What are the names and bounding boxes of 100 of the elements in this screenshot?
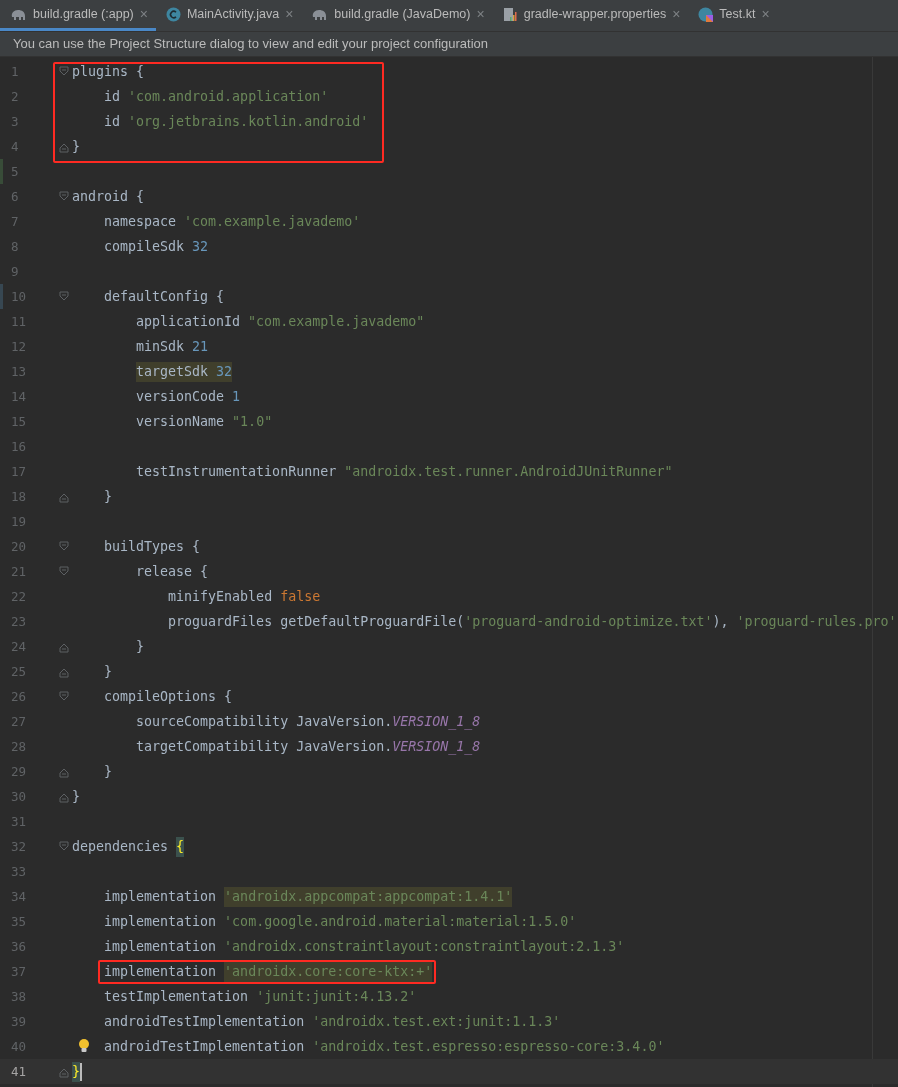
code-token: 32 xyxy=(192,237,209,256)
line-number: 40 xyxy=(10,1039,28,1054)
code-token: 'proguard-android-optimize.txt' xyxy=(464,612,713,631)
line-number: 11 xyxy=(10,314,28,329)
fold-icon[interactable] xyxy=(58,840,69,853)
code-token: implementation xyxy=(104,887,218,906)
code-token: 'proguard-rules.pro' xyxy=(736,612,897,631)
code-token: compileOptions { xyxy=(104,687,233,706)
code-token: 'androidx.constraintlayout:constraintlayout:2.1.3' xyxy=(224,937,625,956)
code-token: proguardFiles getDefaultProguardFile( xyxy=(168,612,465,631)
code-token: } xyxy=(104,762,113,781)
line-number: 17 xyxy=(10,464,28,479)
line-number: 38 xyxy=(10,989,28,1004)
line-number: 4 xyxy=(10,139,20,154)
line-number: 20 xyxy=(10,539,28,554)
code-token: implementation xyxy=(104,937,218,956)
fold-icon[interactable] xyxy=(58,565,69,578)
code-token: } xyxy=(104,487,113,506)
code-token: compileSdk xyxy=(104,237,186,256)
bar-chart-icon xyxy=(502,6,518,22)
code-token: minSdk xyxy=(136,337,186,356)
line-number: 18 xyxy=(10,489,28,504)
file-tab[interactable]: MainActivity.java × xyxy=(155,0,302,31)
code-token: dependencies xyxy=(72,837,170,856)
code-token: } xyxy=(72,787,80,806)
code-token: 1 xyxy=(232,387,241,406)
code-token: 'androidx.core:core-ktx:+' xyxy=(224,961,433,982)
file-tab[interactable]: Test.kt × xyxy=(688,0,778,31)
code-token: VERSION_1_8 xyxy=(392,712,481,732)
code-token: } xyxy=(72,137,80,156)
code-token: 32 xyxy=(216,361,233,382)
line-number: 19 xyxy=(10,514,28,529)
line-number: 22 xyxy=(10,589,28,604)
change-marker[interactable] xyxy=(0,159,3,184)
fold-icon[interactable] xyxy=(58,540,69,553)
line-number: 37 xyxy=(10,964,28,979)
line-number: 15 xyxy=(10,414,28,429)
line-number: 2 xyxy=(10,89,20,104)
code-token: id xyxy=(104,112,122,131)
line-number: 12 xyxy=(10,339,28,354)
text-caret xyxy=(80,1062,82,1081)
fold-icon[interactable] xyxy=(58,690,69,703)
change-marker[interactable] xyxy=(0,284,3,309)
class-icon xyxy=(165,6,181,22)
line-number: 39 xyxy=(10,1014,28,1029)
line-number: 33 xyxy=(10,864,28,879)
code-token: androidTestImplementation xyxy=(104,1012,306,1031)
line-number: 10 xyxy=(10,289,28,304)
code-token: testImplementation xyxy=(104,987,250,1006)
file-tab[interactable]: gradle-wrapper.properties × xyxy=(492,0,689,31)
code-token: "com.example.javademo" xyxy=(248,312,425,331)
line-number: 16 xyxy=(10,439,28,454)
code-token: 'androidx.appcompat:appcompat:1.4.1' xyxy=(224,886,513,907)
code-token: targetSdk xyxy=(136,361,217,382)
line-number: 27 xyxy=(10,714,28,729)
code-token: androidTestImplementation xyxy=(104,1037,306,1056)
elephant-icon xyxy=(10,7,27,21)
code-token: defaultConfig { xyxy=(104,287,225,306)
line-number: 29 xyxy=(10,764,28,779)
line-number: 7 xyxy=(10,214,20,229)
line-number: 1 xyxy=(10,64,20,79)
code-token: false xyxy=(280,587,321,606)
line-number: 31 xyxy=(10,814,28,829)
line-number: 9 xyxy=(10,264,20,279)
line-number: 13 xyxy=(10,364,28,379)
line-number: 28 xyxy=(10,739,28,754)
line-number: 8 xyxy=(10,239,20,254)
file-tab[interactable]: build.gradle (JavaDemo) × xyxy=(301,0,493,31)
line-number: 25 xyxy=(10,664,28,679)
code-token: implementation xyxy=(104,962,218,981)
code-token: 'com.google.android.material:material:1.5.0' xyxy=(224,912,577,931)
code-token: 21 xyxy=(192,337,209,356)
code-token: testInstrumentationRunner xyxy=(136,462,338,481)
line-number: 26 xyxy=(10,689,28,704)
kotlin-file-icon xyxy=(698,6,714,22)
code-token: applicationId xyxy=(136,312,242,331)
code-token: VERSION_1_8 xyxy=(392,737,481,757)
code-token: } xyxy=(104,662,113,681)
line-number: 32 xyxy=(10,839,28,854)
fold-icon[interactable] xyxy=(58,290,69,303)
code-token: sourceCompatibility JavaVersion. xyxy=(136,712,393,731)
code-token: versionCode xyxy=(136,387,226,406)
fold-icon[interactable] xyxy=(58,65,69,78)
line-number: 3 xyxy=(10,114,20,129)
code-token: "1.0" xyxy=(232,412,273,431)
code-token: minifyEnabled xyxy=(168,587,274,606)
line-number: 21 xyxy=(10,564,28,579)
code-token: } xyxy=(136,637,145,656)
line-number: 23 xyxy=(10,614,28,629)
code-token: { xyxy=(176,836,185,857)
line-number: 6 xyxy=(10,189,20,204)
lightbulb-icon[interactable] xyxy=(78,1038,90,1054)
elephant-icon xyxy=(311,7,329,21)
code-token: } xyxy=(72,1061,80,1082)
fold-icon[interactable] xyxy=(58,190,69,203)
line-number: 24 xyxy=(10,639,28,654)
line-number: 41 xyxy=(10,1064,28,1079)
notification-text: You can use the Project Structure dialog to view and edit your project configuration xyxy=(13,36,489,51)
code-token: ), xyxy=(712,612,730,631)
code-token: targetCompatibility JavaVersion. xyxy=(136,737,393,756)
